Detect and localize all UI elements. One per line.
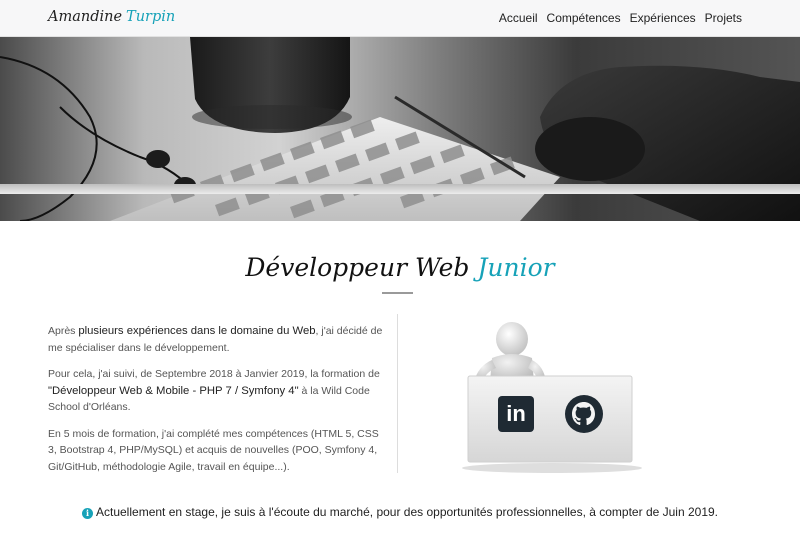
person-holding-sign [462, 322, 642, 473]
github-mark [565, 395, 603, 433]
github-icon[interactable] [564, 394, 604, 434]
intro-p1-strong: plusieurs expériences dans le domaine du… [78, 325, 316, 337]
linkedin-icon[interactable]: in [498, 396, 534, 432]
intro-p2-strong: "Développeur Web & Mobile - PHP 7 / Symf… [48, 384, 299, 397]
navbar: Amandine Turpin Accueil Compétences Expér… [0, 0, 800, 37]
availability-text: Actuellement en stage, je suis à l'écout… [96, 505, 718, 519]
intro-text: Après plusieurs expériences dans le doma… [48, 323, 390, 485]
title-underline [382, 292, 413, 294]
nav-links: Accueil Compétences Expériences Projets [490, 11, 742, 25]
page-title: Développeur Web Junior [0, 253, 800, 282]
brand-last-name: Turpin [126, 9, 176, 25]
nav-link-projets[interactable]: Projets [705, 11, 742, 25]
intro-p1-pre: Après [48, 325, 79, 337]
intro-paragraph-3: En 5 mois de formation, j'ai complété me… [48, 427, 379, 473]
hero-shadow-bar [0, 184, 800, 194]
nav-link-accueil[interactable]: Accueil [499, 11, 538, 25]
title-accent: Junior [477, 253, 555, 282]
brand-logo[interactable]: Amandine Turpin [48, 9, 175, 25]
intro-p2-pre: Pour cela, j'ai suivi, de Septembre 2018… [48, 368, 380, 380]
social-illustration: in [460, 312, 645, 474]
column-divider [397, 314, 398, 473]
nav-link-experiences[interactable]: Expériences [630, 11, 696, 25]
availability-note: i Actuellement en stage, je suis à l'écou… [0, 505, 800, 519]
info-icon: i [82, 508, 93, 519]
title-main: Développeur Web [245, 253, 470, 282]
intro-paragraph-2: Pour cela, j'ai suivi, de Septembre 2018… [48, 366, 390, 416]
nav-link-competences[interactable]: Compétences [547, 11, 621, 25]
intro-paragraph-1: Après plusieurs expériences dans le doma… [48, 323, 390, 356]
linkedin-label: in [506, 401, 526, 426]
brand-first-name: Amandine [48, 9, 123, 25]
